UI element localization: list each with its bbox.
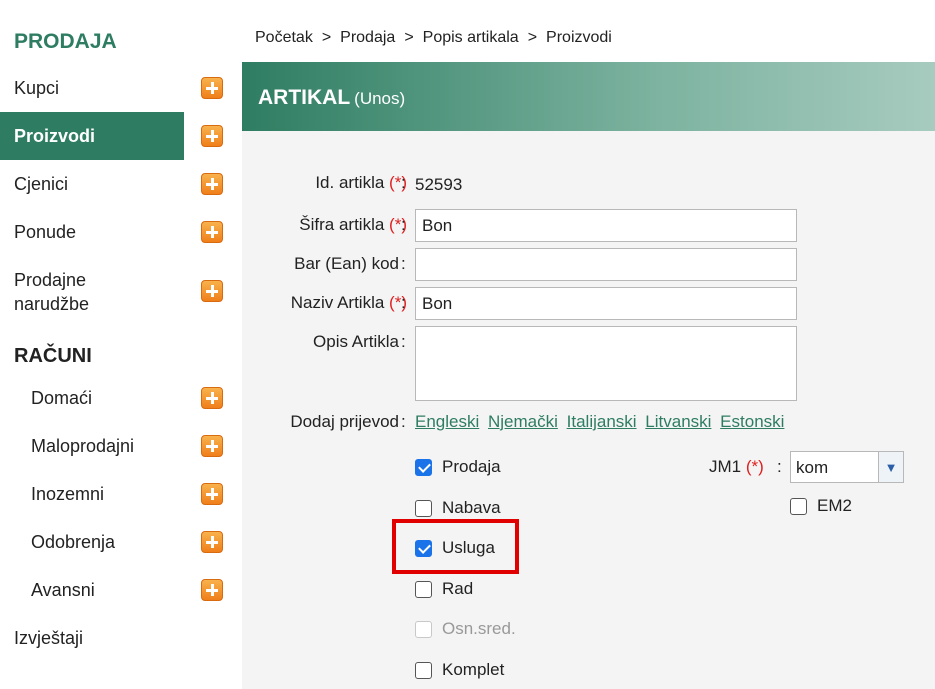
- add-prodajne-narudzbe-icon[interactable]: [201, 280, 223, 302]
- sidebar-item-label: Domaći: [31, 387, 93, 408]
- sidebar-item-avansni[interactable]: Avansni: [0, 566, 184, 614]
- checkbox-unchecked[interactable]: [415, 580, 432, 598]
- sidebar-item-maloprodajni[interactable]: Maloprodajni: [0, 422, 184, 470]
- sidebar-item-odobrenja[interactable]: Odobrenja: [0, 518, 184, 566]
- sidebar-item-ponude[interactable]: Ponude: [0, 208, 184, 256]
- checkbox-osn-sred: Osn.sred.: [415, 619, 516, 639]
- sidebar-item-kupci[interactable]: Kupci: [0, 64, 184, 112]
- translate-litvanski-link[interactable]: Litvanski: [645, 412, 711, 431]
- page-title: ARTIKAL: [258, 86, 351, 109]
- sidebar-item-label: Maloprodajni: [31, 435, 135, 456]
- breadcrumb-separator: >: [404, 29, 414, 46]
- sidebar-item-cjenici[interactable]: Cjenici: [0, 160, 184, 208]
- checkbox-unchecked[interactable]: [415, 499, 432, 517]
- jm1-label: JM1 (*): [709, 457, 764, 476]
- add-cjenici-icon[interactable]: [201, 173, 223, 195]
- checkbox-rad[interactable]: Rad: [415, 579, 473, 599]
- checkbox-checked[interactable]: [415, 458, 432, 476]
- required-mark: (*): [745, 457, 764, 476]
- add-odobrenja-icon[interactable]: [201, 531, 223, 553]
- checkbox-label: EM2: [817, 496, 852, 515]
- checkbox-em2[interactable]: EM2: [790, 496, 852, 516]
- translate-label: Dodaj prijevod: [290, 412, 399, 431]
- add-proizvodi-icon[interactable]: [201, 125, 223, 147]
- breadcrumb-proizvodi[interactable]: Proizvodi: [546, 29, 612, 46]
- checkbox-prodaja[interactable]: Prodaja: [415, 457, 501, 477]
- sifra-label: Šifra artikla (*): [299, 215, 407, 234]
- add-maloprodajni-icon[interactable]: [201, 435, 223, 457]
- sidebar-item-izvjestaji[interactable]: Izvještaji: [0, 614, 184, 662]
- add-kupci-icon[interactable]: [201, 77, 223, 99]
- sidebar-item-label: Prodajne: [14, 270, 87, 290]
- opis-textarea[interactable]: [415, 326, 797, 401]
- sidebar-heading-sales: PRODAJA: [14, 30, 117, 53]
- naziv-label: Naziv Artikla (*): [290, 293, 407, 312]
- checkbox-label: Nabava: [442, 498, 501, 517]
- sidebar-item-label: Avansni: [31, 579, 95, 600]
- sidebar-item-label-line2: narudžbe: [14, 294, 90, 314]
- barcode-label: Bar (Ean) kod: [294, 254, 399, 273]
- translate-njemacki-link[interactable]: Njemački: [488, 412, 558, 431]
- page-subtitle: (Unos): [354, 89, 406, 108]
- jm1-select[interactable]: kom ▼: [790, 451, 904, 483]
- sidebar-item-inozemni[interactable]: Inozemni: [0, 470, 184, 518]
- main-content: Početak > Prodaja > Popis artikala > Proizvodi…: [242, 0, 935, 689]
- translate-estonski-link[interactable]: Estonski: [720, 412, 784, 431]
- opis-label: Opis Artikla: [313, 332, 399, 351]
- sidebar-item-prodajne-narudzbe[interactable]: Prodajne narudžbe: [0, 265, 184, 317]
- sidebar-item-label: Odobrenja: [31, 531, 116, 552]
- breadcrumb-prodaja[interactable]: Prodaja: [340, 29, 395, 46]
- chevron-down-icon[interactable]: ▼: [878, 452, 903, 482]
- breadcrumb: Početak > Prodaja > Popis artikala > Proizvodi: [242, 0, 935, 62]
- sidebar-item-label: Kupci: [14, 77, 60, 98]
- translate-italijanski-link[interactable]: Italijanski: [567, 412, 637, 431]
- breadcrumb-separator: >: [321, 29, 332, 46]
- sidebar-item-label: Izvještaji: [14, 627, 84, 648]
- checkbox-label: Prodaja: [442, 457, 501, 476]
- id-value: 52593: [415, 175, 463, 194]
- sidebar: PRODAJA Kupci Proizvodi Cjenici Ponude P…: [0, 0, 242, 689]
- add-avansni-icon[interactable]: [201, 579, 223, 601]
- sidebar-item-label: Ponude: [14, 221, 77, 242]
- breadcrumb-separator: >: [527, 29, 538, 46]
- checkbox-disabled: [415, 620, 432, 638]
- id-label: Id. artikla (*): [315, 173, 407, 192]
- naziv-input[interactable]: [415, 287, 797, 320]
- barcode-input[interactable]: [415, 248, 797, 281]
- page-header-banner: ARTIKAL (Unos): [242, 62, 935, 131]
- highlight-box: [392, 519, 519, 574]
- checkbox-label: Osn.sred.: [442, 619, 516, 638]
- jm1-selected-value: kom: [796, 458, 829, 477]
- checkbox-unchecked[interactable]: [415, 661, 432, 679]
- checkbox-label: Komplet: [442, 660, 505, 679]
- checkbox-komplet[interactable]: Komplet: [415, 660, 504, 680]
- checkbox-nabava[interactable]: Nabava: [415, 498, 501, 518]
- breadcrumb-home[interactable]: Početak: [255, 29, 313, 46]
- sidebar-heading-invoices: RAČUNI: [14, 345, 92, 367]
- breadcrumb-popis-artikala[interactable]: Popis artikala: [423, 29, 519, 46]
- translation-links: Engleski Njemački Italijanski Litvanski …: [415, 412, 788, 432]
- sidebar-item-label: Proizvodi: [14, 125, 96, 146]
- translate-engleski-link[interactable]: Engleski: [415, 412, 479, 431]
- add-domaci-icon[interactable]: [201, 387, 223, 409]
- sifra-input[interactable]: [415, 209, 797, 242]
- sidebar-item-domaci[interactable]: Domaći: [0, 374, 184, 422]
- checkbox-unchecked[interactable]: [790, 497, 807, 515]
- sidebar-item-label: Inozemni: [31, 483, 105, 504]
- sidebar-item-label: Cjenici: [14, 173, 69, 194]
- checkbox-label: Rad: [442, 579, 474, 598]
- add-ponude-icon[interactable]: [201, 221, 223, 243]
- add-inozemni-icon[interactable]: [201, 483, 223, 505]
- sidebar-item-proizvodi[interactable]: Proizvodi: [0, 112, 184, 160]
